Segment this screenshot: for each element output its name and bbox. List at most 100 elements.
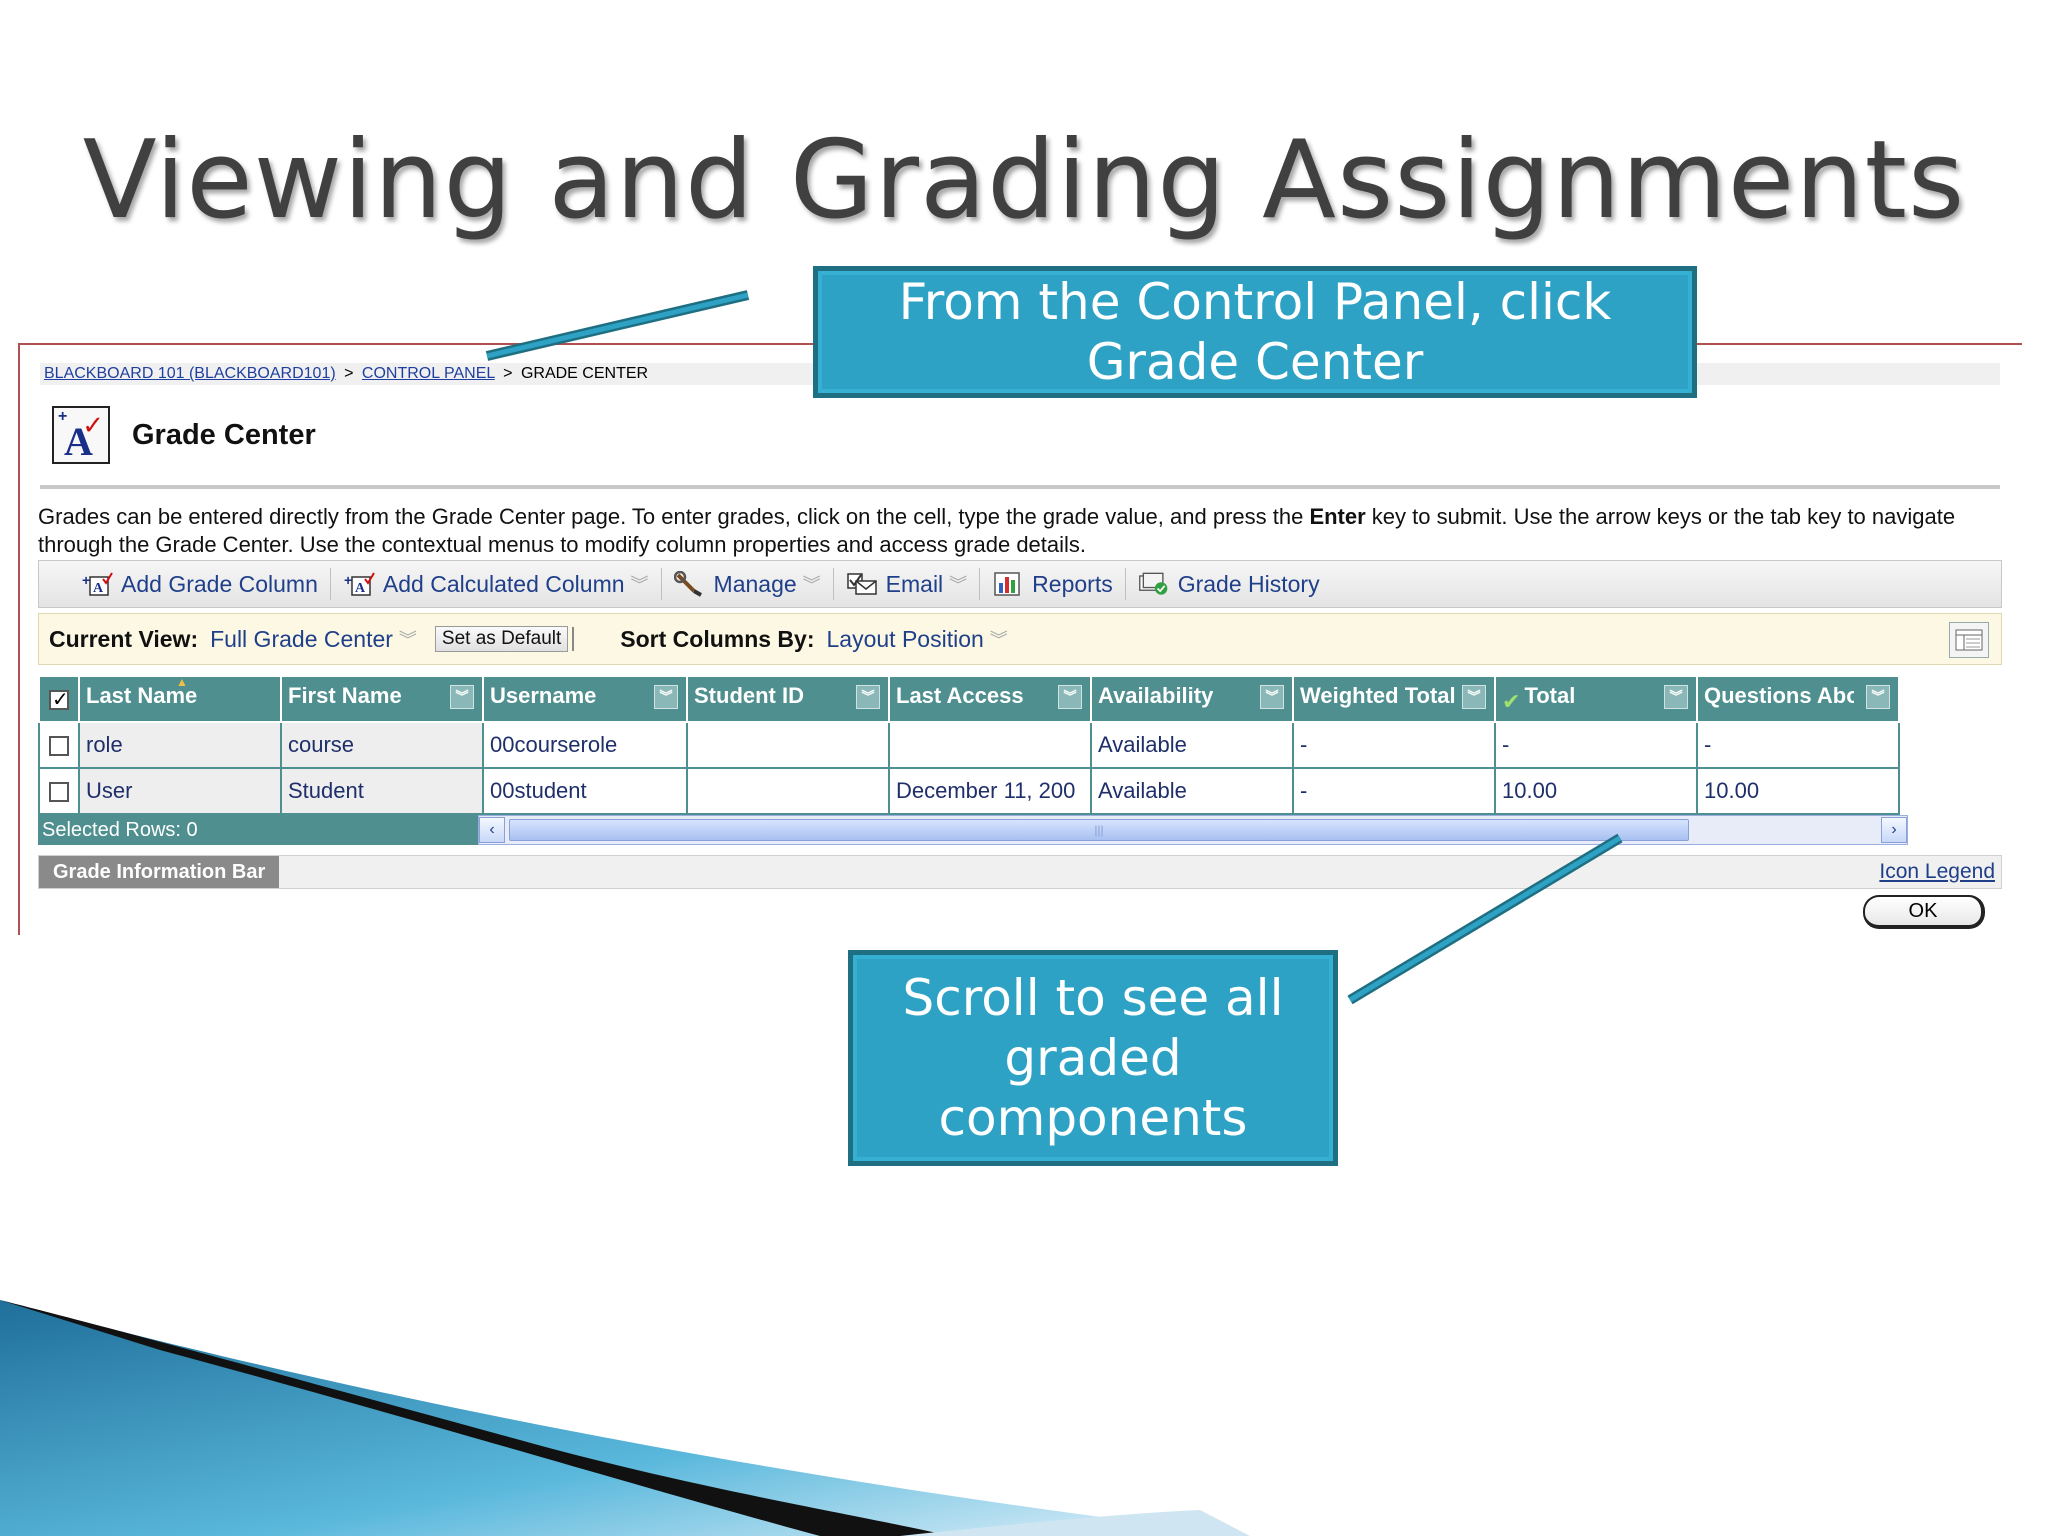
column-header-total[interactable]: ✔ Total ︾ [1494,675,1698,723]
grade-history-button[interactable]: Grade History [1126,571,1332,598]
grade-information-bar: Grade Information Bar Icon Legend [38,855,2002,889]
username-cell[interactable]: 00student [482,767,688,815]
row-checkbox[interactable] [49,782,69,803]
student-id-cell[interactable] [686,721,890,769]
row-checkbox[interactable] [49,736,69,757]
header-label: Student ID [694,683,804,708]
column-menu-icon[interactable]: ︾ [450,685,474,709]
grade-center-icon: + A ✓ [52,406,110,464]
first-name-cell[interactable]: course [280,721,484,769]
column-header-username[interactable]: Username ︾ [482,675,688,723]
instructions-part-1: Grades can be entered directly from the … [38,504,1310,529]
manage-menu-button[interactable]: Manage ︾ [662,571,833,598]
breadcrumb-current: GRADE CENTER [520,365,649,382]
add-grade-column-button[interactable]: A + Add Grade Column [69,571,330,598]
current-view-label: Current View: [49,625,199,652]
username-cell[interactable]: 00courserole [482,721,688,769]
email-menu-button[interactable]: Email ︾ [834,571,980,598]
column-menu-icon[interactable]: ︾ [856,685,880,709]
header-label: Weighted Total [1300,683,1456,708]
chevron-down-icon[interactable]: ︾ [990,626,1008,652]
add-column-icon: A + [81,571,113,597]
add-calculated-column-icon: A + [343,571,375,597]
wrench-icon [673,571,706,597]
view-separator [572,627,575,651]
current-view-selector[interactable]: Full Grade Center [210,626,393,653]
page-header: + A ✓ Grade Center [52,405,316,465]
grade-center-screenshot: BLACKBOARD 101 (BLACKBOARD101) > CONTROL… [18,343,2022,935]
column-header-student-id[interactable]: Student ID ︾ [686,675,890,723]
grade-grid: ▲Last Name First Name ︾ Username ︾ Student… [38,675,1900,815]
column-menu-icon[interactable]: ︾ [1058,685,1082,709]
column-header-first-name[interactable]: First Name ︾ [280,675,484,723]
last-access-cell[interactable] [888,721,1092,769]
scrollbar-track[interactable]: ||| [505,817,1881,843]
header-label: Username [490,683,597,708]
svg-text:A: A [355,581,366,596]
questions-cell[interactable]: - [1696,721,1900,769]
availability-cell[interactable]: Available [1090,721,1294,769]
column-menu-icon[interactable]: ︾ [654,685,678,709]
chevron-down-icon: ︾ [630,575,649,595]
external-grade-check-icon: ✔ [1502,689,1521,714]
table-row: role course 00courserole Available - - - [38,721,1900,769]
sort-columns-selector[interactable]: Layout Position [827,626,984,653]
select-all-checkbox[interactable] [49,687,69,712]
last-access-cell[interactable]: December 11, 200 [888,767,1092,815]
sort-ascending-icon: ▲ [176,675,188,689]
grid-header-row: ▲Last Name First Name ︾ Username ︾ Student… [38,675,1900,723]
column-header-last-access[interactable]: Last Access ︾ [888,675,1092,723]
icon-legend-link[interactable]: Icon Legend [1879,860,1995,884]
callout-scroll: Scroll to see all graded components [848,950,1338,1166]
instructions-enter-key: Enter [1309,504,1366,529]
column-header-availability[interactable]: Availability ︾ [1090,675,1294,723]
header-label: Questions Abo [1704,683,1854,708]
column-settings-icon[interactable] [1949,622,1989,658]
column-menu-icon[interactable]: ︾ [1462,685,1486,709]
grade-history-icon [1138,571,1170,597]
questions-cell[interactable]: 10.00 [1696,767,1900,815]
add-calculated-column-button[interactable]: A + Add Calculated Column ︾ [331,571,661,598]
column-menu-icon[interactable]: ︾ [1260,685,1284,709]
manage-label: Manage [713,570,797,597]
student-id-cell[interactable] [686,767,890,815]
slide-title: Viewing and Grading Assignments [82,118,1966,243]
set-as-default-button[interactable]: Set as Default [434,626,569,652]
add-calculated-column-label: Add Calculated Column [382,570,625,597]
availability-cell[interactable]: Available [1090,767,1294,815]
ok-button[interactable]: OK [1863,895,1985,929]
column-menu-icon[interactable]: ︾ [1866,685,1890,709]
weighted-total-cell[interactable]: - [1292,767,1496,815]
total-cell[interactable]: 10.00 [1494,767,1698,815]
column-header-last-name[interactable]: ▲ Last Name [78,675,282,723]
header-label: First Name [288,683,402,708]
horizontal-scrollbar[interactable]: ‹ ||| › [478,815,1908,845]
instructions-text: Grades can be entered directly from the … [38,503,2008,559]
reports-button[interactable]: Reports [980,571,1125,598]
breadcrumb-control-panel-link[interactable]: CONTROL PANEL [362,365,495,382]
grid-footer: Selected Rows: 0 ‹ ||| › [38,815,1908,845]
breadcrumb-course-link[interactable]: BLACKBOARD 101 (BLACKBOARD101) [44,365,336,382]
breadcrumb-separator: > [503,365,513,382]
scroll-right-icon[interactable]: › [1881,817,1907,843]
first-name-cell[interactable]: Student [280,767,484,815]
action-toolbar: A + Add Grade Column A + Add Calculated Co… [38,560,2002,608]
column-menu-icon[interactable]: ︾ [1664,685,1688,709]
sort-columns-label: Sort Columns By: [620,625,815,652]
column-header-questions[interactable]: Questions Abo ︾ [1696,675,1900,723]
row-select-cell [38,767,80,815]
weighted-total-cell[interactable]: - [1292,721,1496,769]
table-row: User Student 00student December 11, 200 … [38,767,1900,815]
chevron-down-icon[interactable]: ︾ [399,626,417,652]
total-cell[interactable]: - [1494,721,1698,769]
column-header-weighted-total[interactable]: Weighted Total ︾ [1292,675,1496,723]
reports-label: Reports [1032,570,1113,597]
scrollbar-thumb[interactable]: ||| [509,819,1689,841]
header-divider [40,485,2000,489]
header-label: Total [1524,683,1576,708]
scroll-left-icon[interactable]: ‹ [479,817,505,843]
last-name-cell[interactable]: role [78,721,282,769]
last-name-cell[interactable]: User [78,767,282,815]
decorative-swoosh [0,1300,1250,1536]
grade-information-bar-tab[interactable]: Grade Information Bar [39,856,280,888]
